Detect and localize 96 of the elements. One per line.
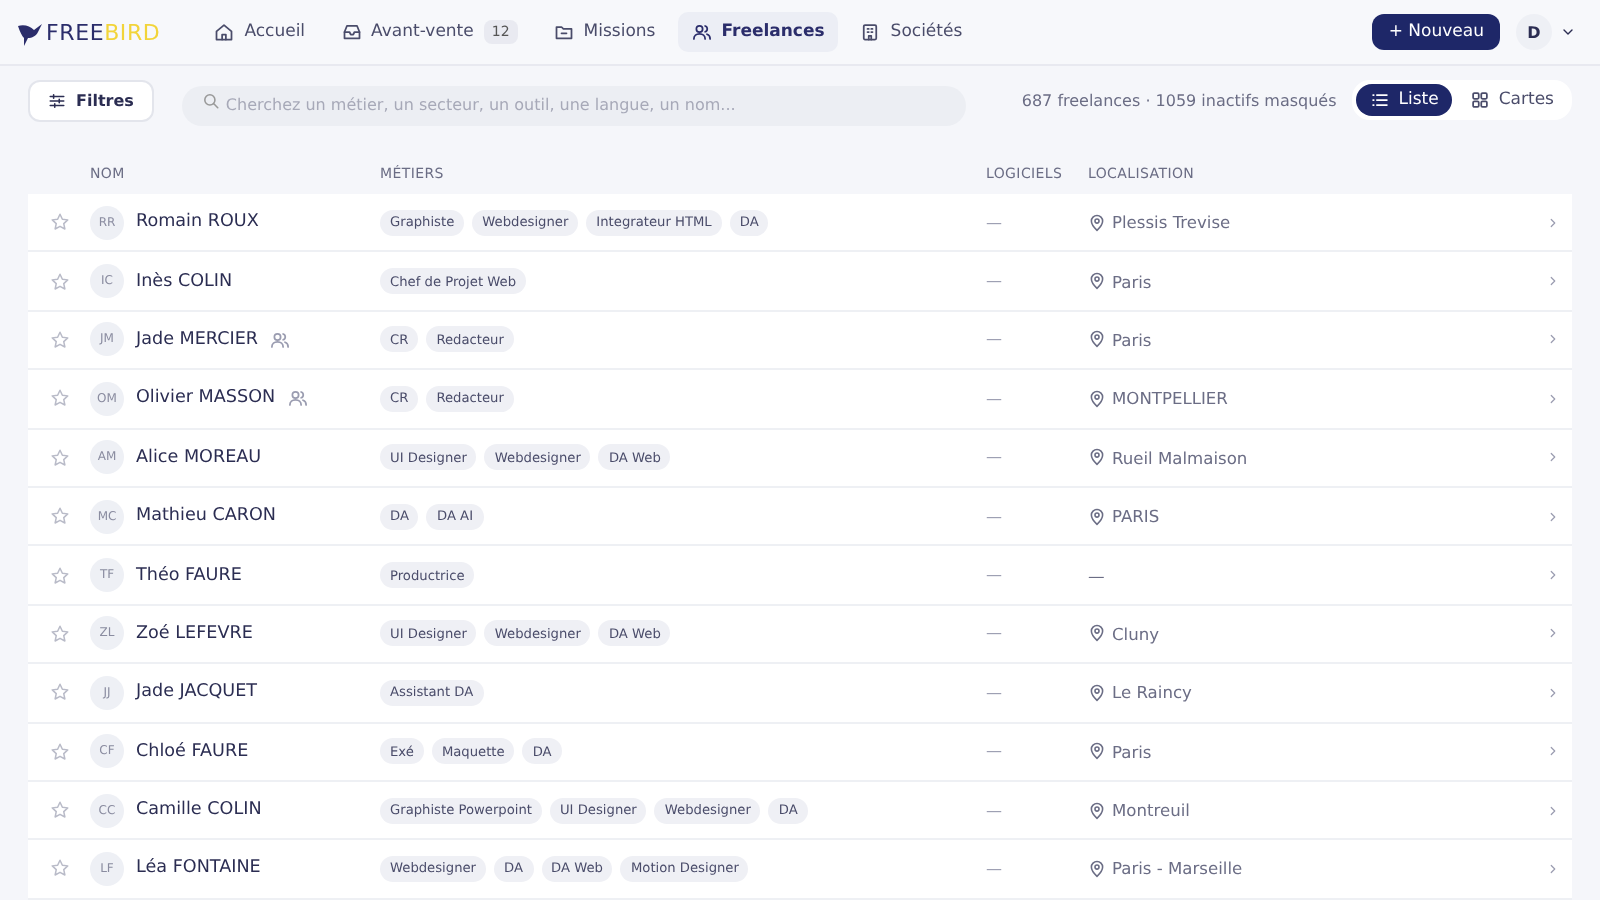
location-text: MONTPELLIER xyxy=(1112,388,1228,409)
chevron-right-icon xyxy=(1545,744,1559,759)
software-cell-text: — xyxy=(986,624,1004,643)
freelance-name: Jade MERCIER xyxy=(136,329,259,350)
location-text: Paris - Marseille xyxy=(1112,858,1243,879)
nav-tab[interactable]: Accueil xyxy=(200,12,320,52)
software-cell-text: — xyxy=(986,389,1004,408)
list-icon xyxy=(1370,90,1391,110)
folder-icon xyxy=(553,22,574,42)
location-pin-icon xyxy=(1088,742,1106,761)
nav-tab[interactable]: Missions xyxy=(539,12,670,52)
location-pin-icon xyxy=(1088,330,1106,349)
star-icon[interactable] xyxy=(49,741,69,762)
star-icon[interactable] xyxy=(49,212,69,233)
freelance-name: Théo FAURE xyxy=(136,565,242,586)
search-icon xyxy=(201,91,220,109)
results-summary: 687 freelances · 1059 inactifs masqués xyxy=(1021,91,1337,109)
location-text: Paris xyxy=(1112,329,1152,350)
inbox-icon xyxy=(341,22,362,42)
chevron-right-icon xyxy=(1545,332,1559,347)
chevron-right-icon xyxy=(1545,509,1559,524)
location-pin-icon xyxy=(1088,801,1106,820)
freelance-name: Zoé LEFEVRE xyxy=(136,623,253,644)
people-icon xyxy=(287,388,308,409)
chevron-right-icon xyxy=(1545,450,1559,465)
location-text: Cluny xyxy=(1112,623,1160,644)
chevron-right-icon xyxy=(1545,626,1559,641)
location-pin-icon xyxy=(1088,624,1106,643)
user-avatar[interactable]: D xyxy=(1516,14,1552,50)
software-cell-text: — xyxy=(986,683,1004,702)
software-cell-text: — xyxy=(986,742,1004,761)
star-icon[interactable] xyxy=(49,447,69,468)
home-icon xyxy=(214,22,235,42)
software-cell-text: — xyxy=(986,448,1004,467)
star-icon[interactable] xyxy=(49,623,69,644)
star-icon[interactable] xyxy=(49,388,69,409)
grid-icon xyxy=(1470,90,1491,110)
freelance-name: Léa FONTAINE xyxy=(136,858,261,879)
location-pin-icon xyxy=(1088,213,1106,232)
chevron-down-icon xyxy=(1560,24,1576,40)
freelance-name: Romain ROUX xyxy=(136,212,259,233)
star-icon[interactable] xyxy=(49,271,69,292)
software-cell-text: — xyxy=(986,566,1004,585)
software-cell-text: — xyxy=(986,859,1004,878)
software-cell-text: — xyxy=(986,213,1004,232)
sliders-icon xyxy=(48,91,66,109)
star-icon[interactable] xyxy=(49,682,69,703)
freelance-name: Jade JACQUET xyxy=(136,682,258,703)
software-cell-text: — xyxy=(986,507,1004,526)
chevron-right-icon xyxy=(1545,685,1559,700)
logo-text: FREEBIRD xyxy=(46,19,161,45)
location-pin-icon xyxy=(1088,272,1106,291)
view-toggle[interactable]: Liste xyxy=(1356,84,1453,116)
freelance-name: Chloé FAURE xyxy=(136,741,249,762)
nav-tab[interactable]: Freelances xyxy=(677,12,839,52)
freelance-name: Mathieu CARON xyxy=(136,506,277,527)
location-pin-icon xyxy=(1088,859,1106,878)
location-pin-icon xyxy=(1088,683,1106,702)
chevron-right-icon xyxy=(1545,391,1559,406)
building-icon xyxy=(860,22,881,42)
location-text: Rueil Malmaison xyxy=(1112,447,1248,468)
chevron-right-icon xyxy=(1545,568,1559,583)
new-button[interactable]: + Nouveau xyxy=(1372,14,1500,50)
chevron-right-icon xyxy=(1545,274,1559,289)
location-text: Montreuil xyxy=(1112,800,1190,821)
software-cell-text: — xyxy=(986,801,1004,820)
star-icon[interactable] xyxy=(49,565,69,586)
location-text: Le Raincy xyxy=(1112,682,1192,703)
star-icon[interactable] xyxy=(49,858,69,879)
search-field[interactable]: Cherchez un métier, un secteur, un outil, une langue, un nom... xyxy=(181,85,966,125)
freelance-name: Camille COLIN xyxy=(136,800,262,821)
filters-button[interactable]: Filtres xyxy=(28,79,154,121)
freelance-name: Alice MOREAU xyxy=(136,447,262,468)
location-pin-icon xyxy=(1088,507,1106,526)
location-text: PARIS xyxy=(1112,506,1160,527)
chevron-right-icon xyxy=(1545,215,1559,230)
star-icon[interactable] xyxy=(49,506,69,527)
location-text: Paris xyxy=(1112,741,1152,762)
star-icon[interactable] xyxy=(49,800,69,821)
location-text: Plessis Trevise xyxy=(1112,212,1231,233)
freelance-name: Olivier MASSON xyxy=(136,388,276,409)
software-cell-text: — xyxy=(986,272,1004,291)
people-icon xyxy=(270,329,291,350)
view-toggle[interactable]: Cartes xyxy=(1456,84,1568,116)
bird-logo-icon xyxy=(16,21,44,45)
location-text: — xyxy=(1088,565,1105,586)
chevron-right-icon xyxy=(1545,861,1559,876)
freelance-name: Inès COLIN xyxy=(136,271,233,292)
location-text: Paris xyxy=(1112,271,1152,292)
star-icon[interactable] xyxy=(49,329,69,350)
nav-tab[interactable]: Sociétés xyxy=(846,12,977,52)
location-pin-icon xyxy=(1088,389,1106,408)
chevron-right-icon xyxy=(1545,803,1559,818)
software-cell-text: — xyxy=(986,330,1004,349)
people-icon xyxy=(691,22,712,42)
location-pin-icon xyxy=(1088,448,1106,467)
